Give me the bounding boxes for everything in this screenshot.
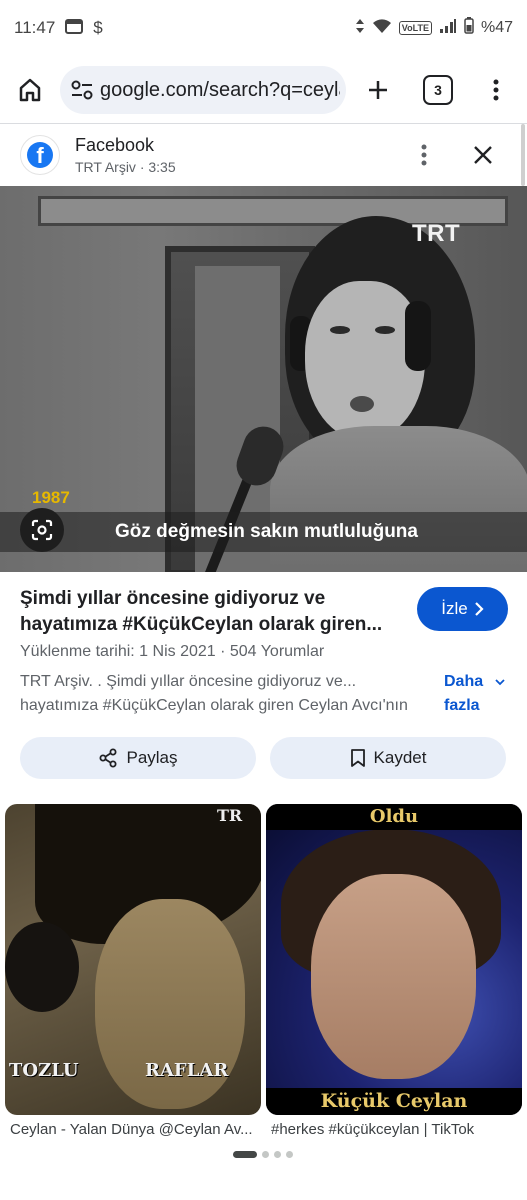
related-caption-2[interactable]: #herkes #küçükceylan | TikTok: [271, 1121, 521, 1138]
close-button[interactable]: [468, 140, 498, 170]
home-icon: [19, 78, 41, 102]
video-frame[interactable]: TRT 1987 Göz değmesin sakın mutluluğuna: [0, 186, 527, 572]
tabs-button[interactable]: 3: [423, 75, 453, 105]
google-lens-button[interactable]: [20, 508, 64, 552]
share-label: Paylaş: [126, 748, 178, 767]
watch-label: İzle: [441, 599, 468, 618]
save-label: Kaydet: [373, 748, 427, 767]
data-transfer-icon: [355, 18, 365, 39]
related-video-thumbnail-1[interactable]: TR TOZLU RAFLAR: [5, 804, 261, 1115]
more-vert-icon: [421, 144, 427, 166]
save-button[interactable]: Kaydet: [270, 737, 506, 779]
chevron-down-icon[interactable]: [494, 676, 506, 688]
source-subtitle: TRT Arşiv · 3:35: [75, 159, 176, 175]
thumbnail-overlay-right: RAFLAR: [145, 1060, 229, 1081]
video-mouth: [350, 396, 374, 412]
currency-icon: $: [93, 18, 103, 37]
status-right: VoLTE %47: [355, 17, 513, 39]
video-eye-right: [375, 326, 395, 334]
volte-badge: VoLTE: [398, 21, 432, 35]
video-year-label: 1987: [32, 488, 70, 507]
facebook-icon: f: [27, 142, 53, 168]
thumbnail-microphone: [5, 922, 79, 1012]
pager-dot[interactable]: [262, 1151, 269, 1158]
url-text[interactable]: google.com/search?q=ceylan: [100, 79, 340, 102]
thumbnail-overlay-top: Oldu: [369, 806, 419, 827]
home-button[interactable]: [14, 74, 46, 106]
more-vert-icon: [493, 79, 499, 101]
wifi-icon: [372, 18, 392, 39]
carousel-pager: [233, 1151, 293, 1158]
share-button[interactable]: Paylaş: [20, 737, 256, 779]
chevron-right-icon: [474, 602, 484, 616]
pager-dot[interactable]: [286, 1151, 293, 1158]
battery-icon: [464, 17, 474, 39]
lens-icon: [31, 519, 53, 541]
address-bar[interactable]: google.com/search?q=ceylan: [60, 66, 346, 114]
video-subtitle: Göz değmesin sakın mutluluğuna: [115, 521, 418, 542]
pager-dot-active[interactable]: [233, 1151, 257, 1158]
thumbnail-overlay-bottom: Küçük Ceylan: [320, 1090, 468, 1112]
status-time: 11:47: [14, 18, 56, 37]
status-left: 11:47 $: [14, 18, 103, 39]
thumbnail-face: [311, 874, 476, 1079]
thumbnail-watermark: TR: [217, 806, 243, 825]
bookmark-icon: [350, 749, 365, 767]
tab-count: 3: [434, 82, 442, 98]
plus-icon: [369, 81, 387, 99]
watch-button[interactable]: İzle: [417, 587, 508, 631]
source-header: f Facebook TRT Arşiv · 3:35: [0, 124, 527, 186]
scrollbar[interactable]: [521, 124, 525, 186]
source-more-button[interactable]: [412, 138, 436, 172]
close-icon: [474, 146, 492, 164]
browser-toolbar: google.com/search?q=ceylan 3: [0, 60, 527, 120]
battery-percent: %47: [480, 19, 513, 36]
new-tab-button[interactable]: [362, 72, 394, 108]
result-description: TRT Arşiv. . Şimdi yıllar öncesine gidiy…: [20, 673, 408, 714]
result-meta: Yüklenme tarihi: 1 Nis 2021 · 504 Yoruml…: [20, 643, 325, 660]
site-settings-icon[interactable]: [70, 79, 94, 101]
video-eye-left: [330, 326, 350, 334]
result-title[interactable]: Şimdi yıllar öncesine gidiyoruz ve hayat…: [20, 586, 405, 638]
thumbnail-overlay-left: TOZLU: [9, 1060, 79, 1081]
browser-menu-button[interactable]: [484, 72, 508, 108]
signal-icon: [439, 18, 457, 39]
facebook-logo: f: [20, 135, 60, 175]
related-caption-1[interactable]: Ceylan - Yalan Dünya @Ceylan Av...: [10, 1121, 258, 1138]
related-video-thumbnail-2[interactable]: Oldu Küçük Ceylan: [266, 804, 522, 1115]
pager-dot[interactable]: [274, 1151, 281, 1158]
status-bar: 11:47 $ VoLTE %47: [0, 0, 527, 56]
headphones-right: [405, 301, 431, 371]
calendar-icon: [65, 18, 84, 39]
share-icon: [99, 748, 117, 768]
source-name[interactable]: Facebook: [75, 135, 154, 156]
video-watermark: TRT: [412, 220, 461, 247]
